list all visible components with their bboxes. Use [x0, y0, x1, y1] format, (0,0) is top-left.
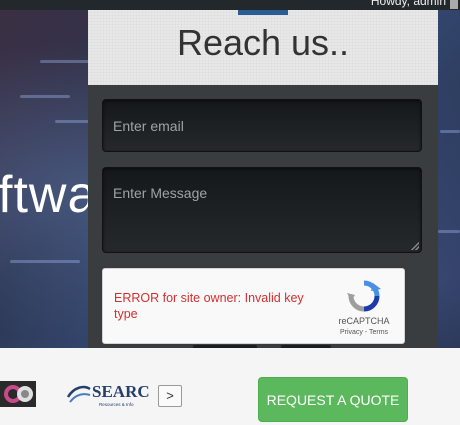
- admin-bar: Howdy, admin: [0, 0, 460, 10]
- terms-link[interactable]: Terms: [369, 329, 388, 336]
- email-placeholder: Enter email: [113, 118, 184, 134]
- clients-bar: SEARC Resources & Info > REQUEST A QUOTE: [0, 348, 460, 425]
- carousel-next-button[interactable]: >: [158, 385, 182, 407]
- privacy-link[interactable]: Privacy: [340, 329, 363, 336]
- client-logo-icon[interactable]: [0, 381, 36, 407]
- searc-logo[interactable]: SEARC Resources & Info: [66, 381, 150, 409]
- message-placeholder: Enter Message: [113, 185, 208, 201]
- hero-streak: [10, 260, 80, 263]
- hero-streak: [55, 120, 90, 123]
- contact-panel: Reach us.. Enter email Enter Message ERR…: [88, 10, 438, 348]
- hero-heading: ftwa: [0, 166, 98, 224]
- hero-streak: [20, 95, 70, 98]
- contact-panel-header: Reach us..: [88, 10, 438, 85]
- resize-handle-icon[interactable]: [411, 242, 419, 250]
- recaptcha-links: Privacy - Terms: [325, 329, 403, 336]
- contact-title: Reach us..: [176, 22, 350, 63]
- avatar[interactable]: [450, 0, 458, 9]
- hero-streak: [438, 230, 460, 233]
- searc-name: SEARC: [92, 382, 150, 401]
- header-tab-accent: [238, 10, 288, 15]
- recaptcha-error: ERROR for site owner: Invalid key type: [114, 291, 304, 321]
- message-textarea[interactable]: Enter Message: [102, 167, 422, 253]
- recaptcha-brand: reCAPTCHA: [338, 316, 390, 326]
- email-input[interactable]: Enter email: [102, 99, 422, 152]
- howdy-admin-link[interactable]: Howdy, admin: [371, 0, 446, 8]
- recaptcha-widget[interactable]: ERROR for site owner: Invalid key type r…: [102, 268, 405, 344]
- recaptcha-icon: [347, 280, 381, 312]
- searc-swoosh-icon: [66, 385, 91, 403]
- hero-streak: [440, 130, 460, 133]
- request-quote-button[interactable]: REQUEST A QUOTE: [258, 377, 408, 422]
- searc-subtitle: Resources & Info: [99, 402, 134, 407]
